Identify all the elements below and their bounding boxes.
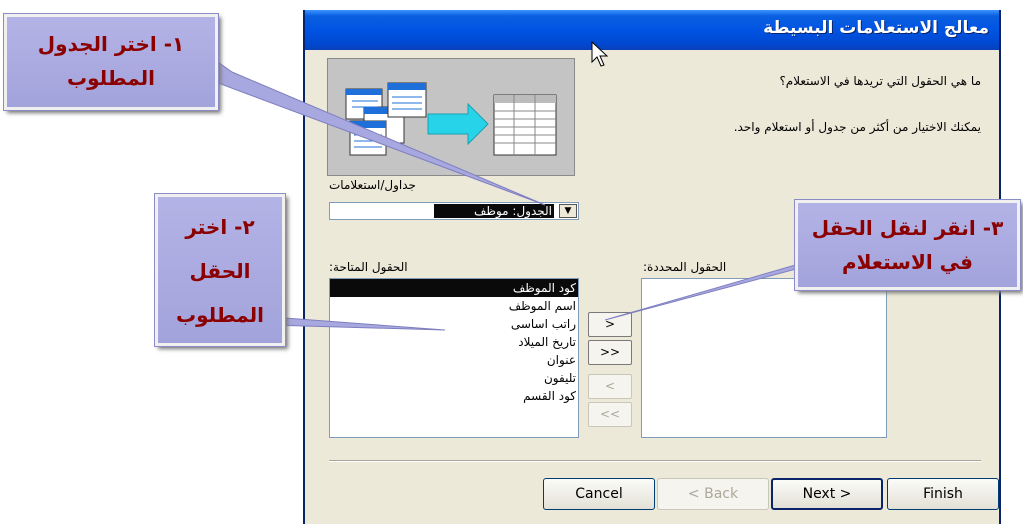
chevron-down-icon[interactable]: ▼ [559,204,577,218]
back-button[interactable]: < Back [657,478,769,510]
fields-question: ما هي الحقول التي تريدها في الاستعلام؟ [779,74,981,88]
title-bar: معالج الاستعلامات البسيطة [305,10,999,50]
available-fields-label: الحقول المتاحة: [329,260,408,274]
list-item[interactable]: تاريخ الميلاد [330,333,578,351]
list-item[interactable]: عنوان [330,351,578,369]
list-item[interactable]: تليفون [330,369,578,387]
selected-fields-label: الحقول المحددة: [643,260,727,274]
callout-step-one: ١- اختر الجدول المطلوب [4,14,218,110]
remove-all-fields-button[interactable]: << [588,402,632,427]
tables-to-query-icon [345,82,557,156]
divider [329,460,981,462]
selected-fields-list[interactable] [641,278,887,438]
available-fields-list[interactable]: كود الموظف اسم الموظف راتب اساسى تاريخ ا… [329,278,579,438]
mouse-cursor-icon [591,40,609,67]
add-all-fields-button[interactable]: >> [588,340,632,365]
finish-button[interactable]: Finish [887,478,999,510]
tables-queries-selected: الجدول: موظف [434,204,554,218]
cancel-button[interactable]: Cancel [543,478,655,510]
next-button[interactable]: Next > [771,478,883,510]
remove-field-button[interactable]: < [588,374,632,399]
callout-step-three: ٣- انقر لنقل الحقل في الاستعلام [795,200,1020,290]
wizard-illustration [327,58,575,176]
tables-queries-dropdown[interactable]: الجدول: موظف ▼ [329,202,579,220]
add-field-button[interactable]: > [588,312,632,337]
list-item[interactable]: كود الموظف [330,279,578,297]
callout-step-two: ٢- اختر الحقل المطلوب [155,194,285,346]
window-title: معالج الاستعلامات البسيطة [763,18,989,38]
list-item[interactable]: اسم الموظف [330,297,578,315]
tables-queries-label: جداول/استعلامات [329,178,416,192]
list-item[interactable]: كود القسم [330,387,578,405]
list-item[interactable]: راتب اساسى [330,315,578,333]
fields-hint: يمكنك الاختيار من أكثر من جدول أو استعلا… [733,120,981,134]
